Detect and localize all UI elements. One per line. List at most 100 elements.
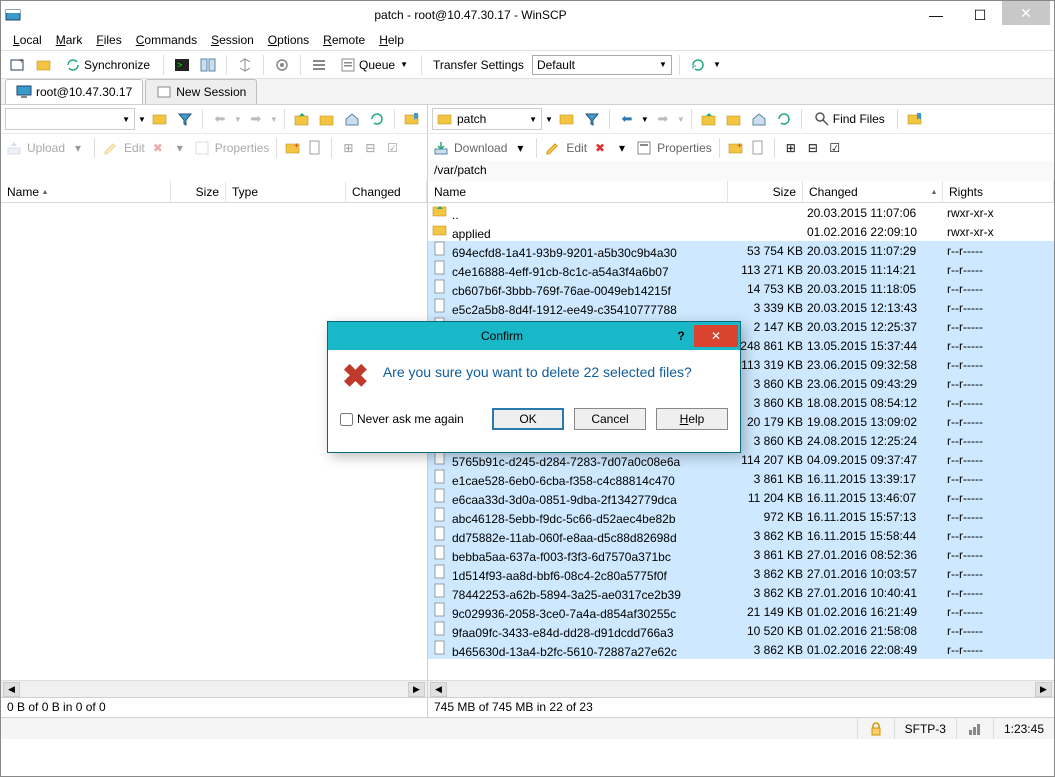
col-name-remote[interactable]: Name: [428, 181, 728, 202]
remote-parent-icon[interactable]: [698, 108, 720, 130]
col-type-local[interactable]: Type: [226, 181, 346, 202]
table-row[interactable]: 1d514f93-aa8d-bbf6-08c4-2c80a5775f0f3 86…: [428, 564, 1054, 583]
sites-icon[interactable]: [33, 54, 55, 76]
remote-path-combo[interactable]: patch ▼: [432, 108, 542, 130]
menu-session[interactable]: Session: [205, 31, 260, 49]
dialog-close-icon[interactable]: ✕: [694, 325, 738, 347]
delete-remote-icon[interactable]: ✖: [591, 139, 609, 157]
menu-local[interactable]: Local: [7, 31, 48, 49]
remote-back-icon[interactable]: ⬅: [616, 108, 638, 130]
local-drive-combo[interactable]: ▼: [5, 108, 135, 130]
minus-local-icon[interactable]: ⊟: [361, 139, 379, 157]
local-fwd-icon[interactable]: ➡: [245, 108, 267, 130]
table-row[interactable]: abc46128-5ebb-f9dc-5c66-d52aec4be82b972 …: [428, 507, 1054, 526]
never-ask-checkbox[interactable]: Never ask me again: [340, 412, 464, 426]
table-row[interactable]: 9c029936-2058-3ce0-7a4a-d854af30255c21 1…: [428, 602, 1054, 621]
synchronize-button[interactable]: Synchronize: [59, 54, 156, 76]
download-menu-icon[interactable]: ▾: [511, 139, 529, 157]
table-row[interactable]: dd75882e-11ab-060f-e8aa-d5c88d82698d3 86…: [428, 526, 1054, 545]
remote-bookmark-icon[interactable]: [904, 108, 926, 130]
menu-commands[interactable]: Commands: [130, 31, 203, 49]
refresh-icon[interactable]: [687, 54, 709, 76]
local-root-icon[interactable]: [316, 108, 338, 130]
table-row[interactable]: c4e16888-4eff-91cb-8c1c-a54a3f4a6b07113 …: [428, 260, 1054, 279]
queue-list-icon[interactable]: [308, 54, 330, 76]
ok-button[interactable]: OK: [492, 408, 564, 430]
sync-browse-icon[interactable]: [234, 54, 256, 76]
edit-local-icon[interactable]: [102, 139, 120, 157]
local-filter-icon[interactable]: [174, 108, 196, 130]
table-row[interactable]: e1cae528-6eb0-6cba-f358-c4c88814c4703 86…: [428, 469, 1054, 488]
tab-session[interactable]: root@10.47.30.17: [5, 79, 143, 104]
remote-filter-icon[interactable]: [581, 108, 603, 130]
maximize-button[interactable]: ☐: [958, 5, 1002, 25]
table-row[interactable]: 694ecfd8-1a41-93b9-9201-a5b30c9b4a3053 7…: [428, 241, 1054, 260]
local-hscroll[interactable]: ◀ ▶: [1, 680, 427, 697]
local-refresh-icon[interactable]: [366, 108, 388, 130]
edit-remote-menu-icon[interactable]: ▾: [613, 139, 631, 157]
remote-hscroll[interactable]: ◀ ▶: [428, 680, 1054, 697]
menu-help[interactable]: Help: [373, 31, 410, 49]
close-button[interactable]: ✕: [1002, 1, 1050, 25]
col-changed-local[interactable]: Changed: [346, 181, 427, 202]
minimize-button[interactable]: —: [914, 5, 958, 25]
select-remote-icon[interactable]: ☑: [826, 139, 844, 157]
new-session-icon[interactable]: +: [7, 54, 29, 76]
tab-new-session[interactable]: New Session: [145, 79, 257, 104]
minus-remote-icon[interactable]: ⊟: [804, 139, 822, 157]
col-rights-remote[interactable]: Rights: [943, 181, 1054, 202]
queue-button[interactable]: Queue ▼: [334, 54, 414, 76]
edit-menu-icon[interactable]: ▾: [171, 139, 189, 157]
table-row[interactable]: e6caa33d-3d0a-0851-9dba-2f1342779dca11 2…: [428, 488, 1054, 507]
help-button[interactable]: Help: [656, 408, 728, 430]
scroll-left-icon[interactable]: ◀: [430, 682, 447, 697]
transfer-settings-combo[interactable]: Default ▼: [532, 55, 672, 75]
col-size-local[interactable]: Size: [171, 181, 226, 202]
scroll-left-icon[interactable]: ◀: [3, 682, 20, 697]
newdir-local-icon[interactable]: +: [284, 139, 302, 157]
table-row[interactable]: 78442253-a62b-5894-3a25-ae0317ce2b393 86…: [428, 583, 1054, 602]
local-bookmark-icon[interactable]: [401, 108, 423, 130]
pathbar-right[interactable]: /var/patch: [428, 161, 1054, 181]
remote-refresh-icon[interactable]: [773, 108, 795, 130]
remote-fwd-icon[interactable]: ➡: [652, 108, 674, 130]
table-row[interactable]: b465630d-13a4-b2fc-5610-72887a27e62c3 86…: [428, 640, 1054, 659]
cancel-button[interactable]: Cancel: [574, 408, 646, 430]
upload-menu-icon[interactable]: ▾: [69, 139, 87, 157]
menu-files[interactable]: Files: [90, 31, 127, 49]
settings-icon[interactable]: [271, 54, 293, 76]
table-row[interactable]: e5c2a5b8-8d4f-1912-ee49-c354107777883 33…: [428, 298, 1054, 317]
remote-root-icon[interactable]: [723, 108, 745, 130]
select-local-icon[interactable]: ☑: [383, 139, 401, 157]
remote-home-icon[interactable]: [748, 108, 770, 130]
local-parent-icon[interactable]: [291, 108, 313, 130]
col-name-local[interactable]: Name▴: [1, 181, 171, 202]
remote-open-icon[interactable]: [556, 108, 578, 130]
menu-options[interactable]: Options: [262, 31, 315, 49]
table-row[interactable]: 9faa09fc-3433-e84d-dd28-d91dcdd766a310 5…: [428, 621, 1054, 640]
local-back-icon[interactable]: ⬅: [209, 108, 231, 130]
find-files-button[interactable]: Find Files: [808, 108, 891, 130]
newdir-remote-icon[interactable]: +: [727, 139, 745, 157]
delete-local-icon[interactable]: ✖: [149, 139, 167, 157]
props-local-icon[interactable]: [193, 139, 211, 157]
compare-icon[interactable]: [197, 54, 219, 76]
scroll-right-icon[interactable]: ▶: [408, 682, 425, 697]
console-icon[interactable]: >: [171, 54, 193, 76]
newfile-remote-icon[interactable]: [749, 139, 767, 157]
download-icon[interactable]: [432, 139, 450, 157]
table-row[interactable]: bebba5aa-637a-f003-f3f3-6d7570a371bc3 86…: [428, 545, 1054, 564]
table-row[interactable]: cb607b6f-3bbb-769f-76ae-0049eb14215f14 7…: [428, 279, 1054, 298]
scroll-right-icon[interactable]: ▶: [1035, 682, 1052, 697]
menu-remote[interactable]: Remote: [317, 31, 371, 49]
plus-remote-icon[interactable]: ⊞: [782, 139, 800, 157]
local-open-icon[interactable]: [149, 108, 171, 130]
props-remote-icon[interactable]: [635, 139, 653, 157]
newfile-local-icon[interactable]: [306, 139, 324, 157]
col-changed-remote[interactable]: Changed▴: [803, 181, 943, 202]
never-ask-input[interactable]: [340, 413, 353, 426]
local-home-icon[interactable]: [341, 108, 363, 130]
dialog-help-icon[interactable]: ?: [668, 329, 694, 343]
table-row[interactable]: ..20.03.2015 11:07:06rwxr-xr-x: [428, 203, 1054, 222]
menu-mark[interactable]: Mark: [50, 31, 89, 49]
